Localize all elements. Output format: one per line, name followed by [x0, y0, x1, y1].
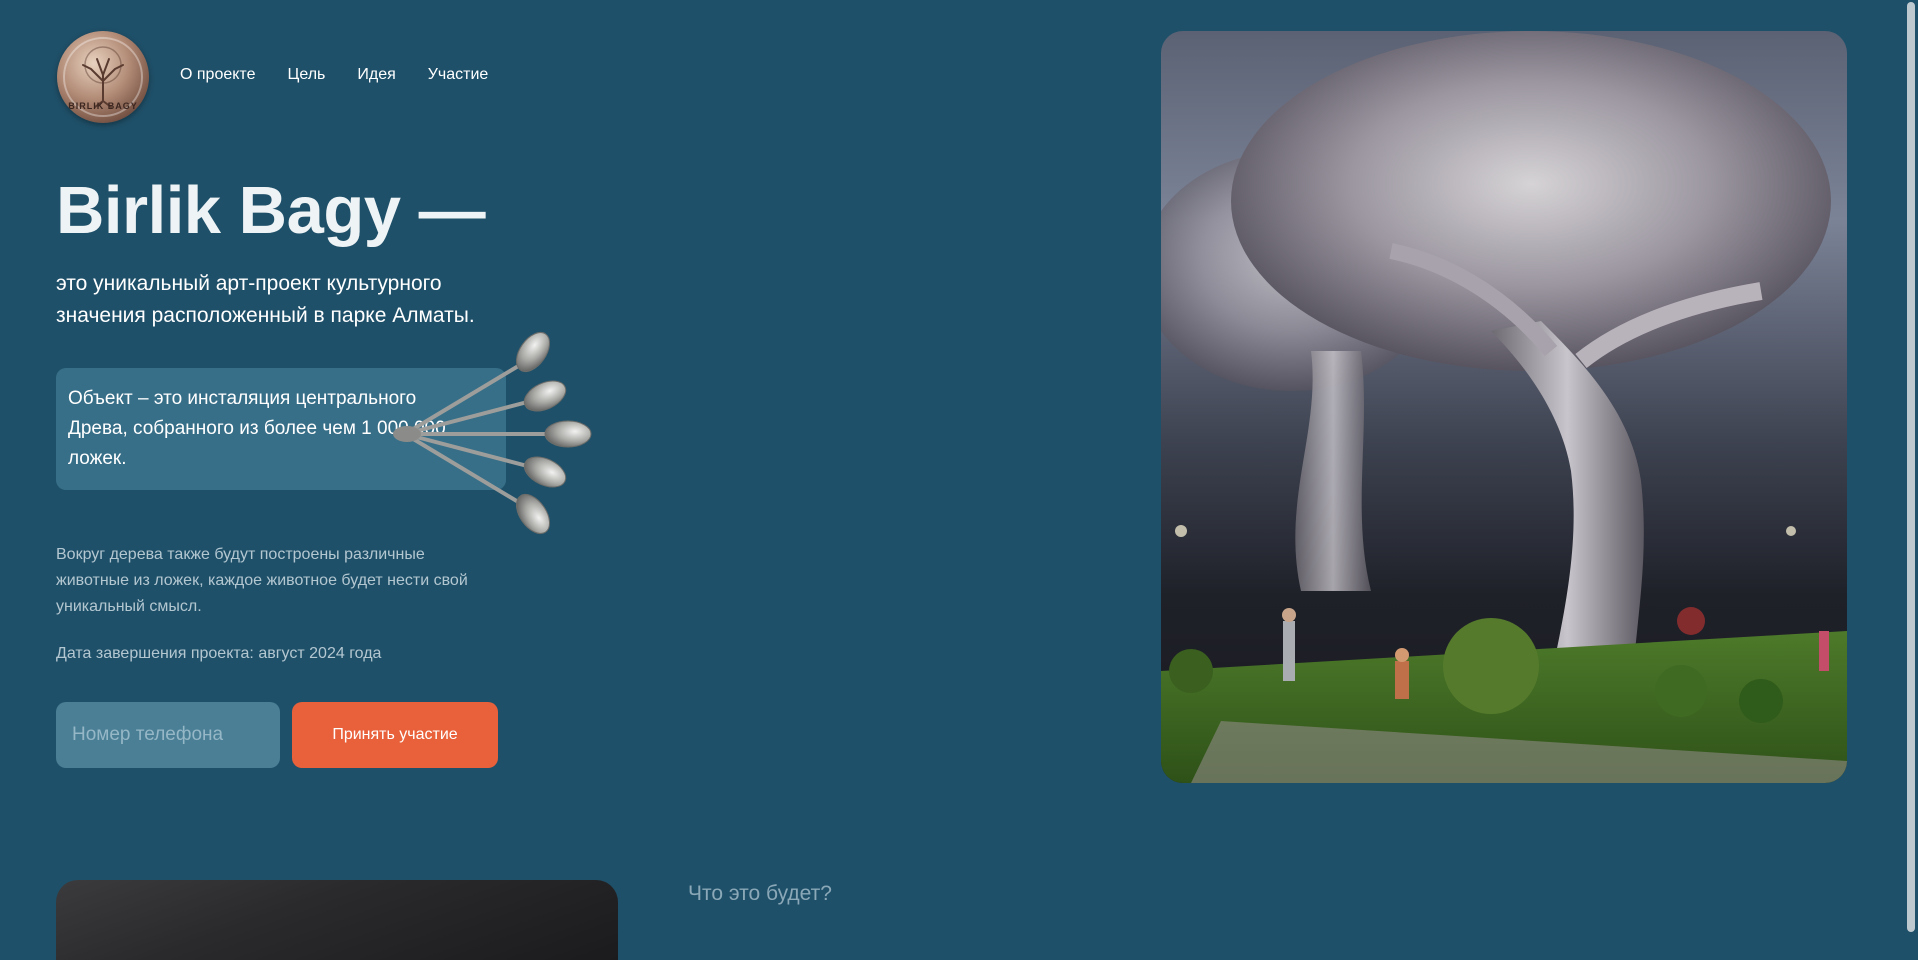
nav-item-participation[interactable]: Участие — [428, 66, 489, 84]
logo[interactable]: BIRLIK BAGY — [57, 31, 149, 123]
logo-text: BIRLIK BAGY — [68, 101, 138, 111]
hero-description: Вокруг дерева также будут построены разл… — [56, 546, 468, 615]
nav-item-about[interactable]: О проекте — [180, 66, 255, 84]
page-scrollbar[interactable] — [1904, 0, 1918, 945]
tree-sculpture-image — [1161, 31, 1847, 783]
main-nav: О проекте Цель Идея Участие — [180, 66, 488, 84]
completion-date: Дата завершения проекта: август 2024 год… — [56, 645, 382, 662]
participate-button[interactable]: Принять участие — [292, 702, 498, 768]
section2-photo — [56, 880, 618, 960]
phone-input[interactable] — [56, 702, 280, 768]
nav-item-goal[interactable]: Цель — [287, 66, 325, 84]
section2-title: Что это будет? — [688, 882, 832, 905]
nav-item-idea[interactable]: Идея — [357, 66, 395, 84]
tree-sculpture-photo — [1161, 31, 1847, 783]
spoons-illustration — [393, 331, 592, 535]
scrollbar-thumb[interactable] — [1907, 2, 1915, 932]
hero-title: Birlik Bagy — — [56, 173, 486, 248]
